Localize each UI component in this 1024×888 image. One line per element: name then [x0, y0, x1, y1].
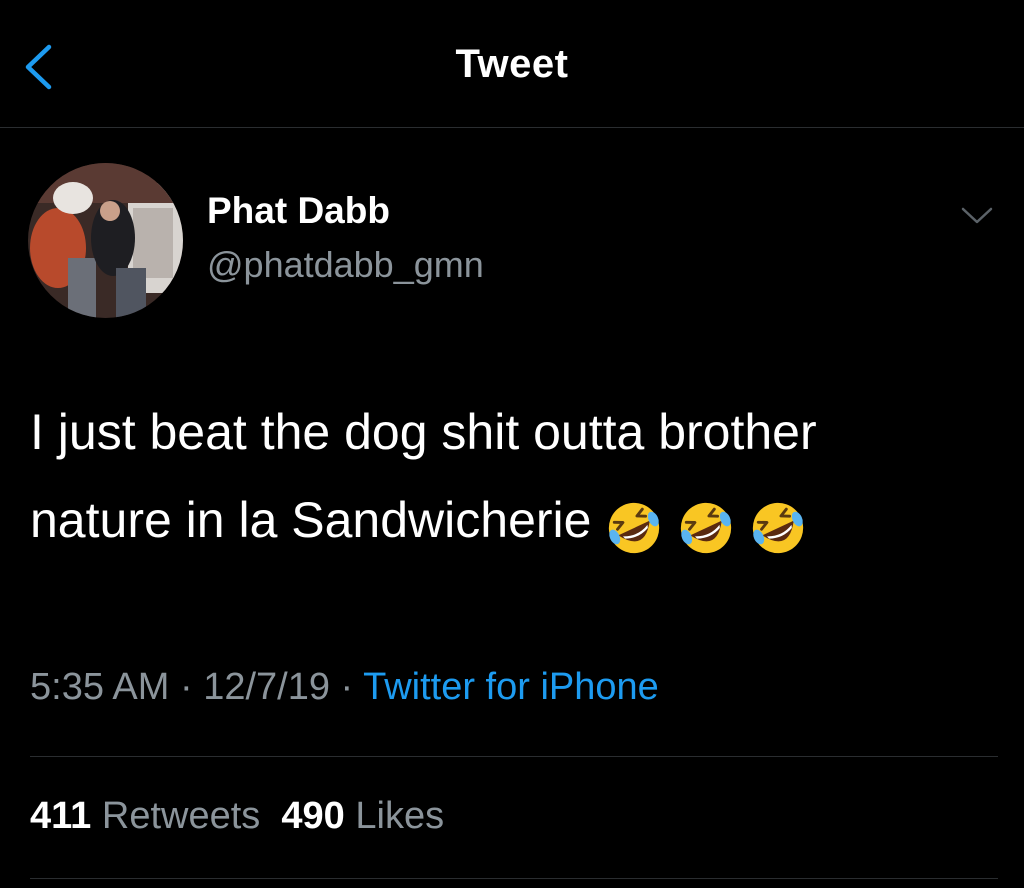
author-display-name[interactable]: Phat Dabb [207, 190, 390, 232]
retweets-stat[interactable]: 411 Retweets [30, 795, 260, 837]
chevron-down-icon [961, 207, 993, 224]
likes-count: 490 [281, 795, 345, 837]
tweet-source-link[interactable]: Twitter for iPhone [363, 666, 659, 708]
avatar[interactable] [28, 163, 183, 318]
meta-separator: · [169, 666, 204, 708]
tweet-date: 12/7/19 [203, 666, 330, 708]
divider [30, 878, 998, 879]
tweet-text-segment: nature in la Sandwicherie [30, 492, 592, 548]
meta-separator: · [330, 666, 364, 708]
retweets-count: 411 [30, 795, 92, 837]
retweets-label: Retweets [101, 795, 261, 837]
author-handle[interactable]: @phatdabb_gmn [207, 244, 484, 286]
avatar-photo [28, 163, 183, 318]
likes-stat[interactable]: 490 Likes [281, 795, 444, 837]
rolling-on-floor-laughing-emoji [753, 502, 804, 553]
tweet-options-button[interactable] [955, 198, 999, 234]
tweet-text: I just beat the dog shit outta brother n… [30, 388, 1005, 568]
emoji-group [605, 480, 821, 568]
tweet-stats: 411 Retweets 490 Likes [30, 795, 444, 838]
tweet-time: 5:35 AM [30, 666, 170, 708]
rolling-on-floor-laughing-emoji [681, 502, 732, 553]
rolling-on-floor-laughing-emoji [609, 502, 660, 553]
divider [30, 756, 998, 757]
likes-label: Likes [355, 795, 445, 837]
page-title: Tweet [455, 42, 569, 86]
tweet-text-line: I just beat the dog shit outta brother [30, 404, 817, 460]
nav-bar: Tweet [0, 0, 1024, 128]
tweet-text-line: nature in la Sandwicherie [30, 476, 1005, 568]
tweet-meta: 5:35 AM · 12/7/19 · Twitter for iPhone [30, 666, 659, 709]
